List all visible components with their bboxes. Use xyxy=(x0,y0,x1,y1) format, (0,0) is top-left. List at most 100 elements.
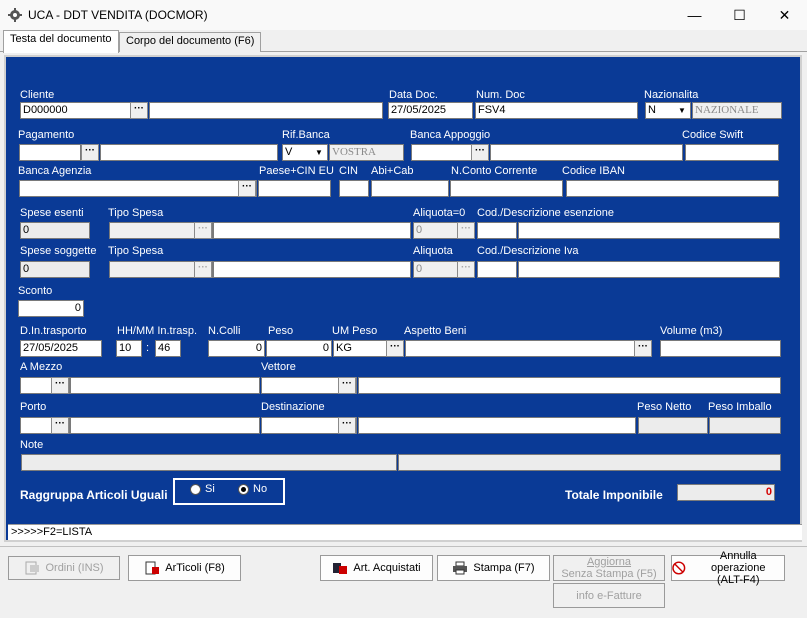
annulla-label-1: Annulla operazione xyxy=(711,550,766,574)
peso-field[interactable]: 0 xyxy=(266,340,332,357)
maximize-button[interactable]: ☐ xyxy=(717,0,762,30)
volume-field[interactable] xyxy=(660,340,781,357)
time-colon: : xyxy=(146,342,150,354)
cliente-code-field[interactable]: D000000 xyxy=(20,102,148,119)
banca-agenzia-field[interactable] xyxy=(19,180,257,197)
tab-strip: Testa del documento Corpo del documento … xyxy=(0,30,807,53)
pagamento-lookup-button[interactable]: ··· xyxy=(81,144,99,161)
aggiorna-label-2: Senza Stampa (F5) xyxy=(561,568,657,580)
spese-esenti-label: Spese esenti xyxy=(20,207,84,219)
hh-field[interactable]: 10 xyxy=(116,340,142,357)
close-button[interactable]: ✕ xyxy=(762,0,807,30)
document-header-panel: Cliente D000000 ··· Data Doc. 27/05/2025… xyxy=(4,55,802,542)
aliquota-lookup-button[interactable]: ··· xyxy=(457,261,475,278)
title-bar: UCA - DDT VENDITA (DOCMOR) — ☐ ✕ xyxy=(0,0,807,30)
tab-corpo[interactable]: Corpo del documento (F6) xyxy=(119,32,262,52)
rif-banca-combo[interactable]: V ▼ xyxy=(282,144,328,161)
data-doc-field[interactable]: 27/05/2025 xyxy=(388,102,473,119)
paese-cin-label: Paese+CIN EU xyxy=(259,165,334,177)
note-field-1[interactable] xyxy=(21,454,397,471)
rif-banca-value: V xyxy=(285,146,293,158)
aggiorna-label-1: Aggiorna xyxy=(586,556,632,568)
hhmm-label: HH/MM In.trasp. xyxy=(117,325,198,337)
pagamento-desc-field[interactable] xyxy=(100,144,278,161)
cod-esenzione-field[interactable] xyxy=(477,222,517,239)
iban-field[interactable] xyxy=(566,180,779,197)
banca-appoggio-lookup-button[interactable]: ··· xyxy=(471,144,489,161)
tipo-spesa-1-lookup-button[interactable]: ··· xyxy=(194,222,212,239)
tab-testa[interactable]: Testa del documento xyxy=(3,30,119,53)
codice-swift-field[interactable] xyxy=(685,144,779,161)
banca-appoggio-code-field[interactable] xyxy=(411,144,473,161)
minimize-button[interactable]: — xyxy=(672,0,717,30)
cancel-icon xyxy=(672,561,686,575)
a-mezzo-lookup-button[interactable]: ··· xyxy=(51,377,69,394)
cliente-name-field[interactable] xyxy=(149,102,383,119)
nazionalita-combo[interactable]: N ▼ xyxy=(645,102,691,119)
spese-soggette-field[interactable]: 0 xyxy=(20,261,90,278)
tipo-spesa-2-lookup-button[interactable]: ··· xyxy=(194,261,212,278)
n-colli-field[interactable]: 0 xyxy=(208,340,265,357)
tipo-spesa-1-desc[interactable] xyxy=(213,222,411,239)
radio-no[interactable]: No xyxy=(238,483,267,495)
desc-esenzione-field[interactable] xyxy=(518,222,780,239)
destinazione-desc-field[interactable] xyxy=(358,417,636,434)
num-doc-field[interactable]: FSV4 xyxy=(475,102,638,119)
iban-label: Codice IBAN xyxy=(562,165,625,177)
desc-iva-field[interactable] xyxy=(518,261,780,278)
n-conto-field[interactable] xyxy=(450,180,563,197)
sconto-field[interactable]: 0 xyxy=(18,300,84,317)
status-bar: >>>>>F2=LISTA xyxy=(8,524,802,540)
aspetto-beni-label: Aspetto Beni xyxy=(404,325,467,337)
aliquota-zero-lookup-button[interactable]: ··· xyxy=(457,222,475,239)
n-conto-label: N.Conto Corrente xyxy=(451,165,538,177)
banca-appoggio-desc-field[interactable] xyxy=(490,144,683,161)
chevron-down-icon: ▼ xyxy=(315,148,323,157)
um-peso-lookup-button[interactable]: ··· xyxy=(386,340,404,357)
codice-swift-label: Codice Swift xyxy=(682,129,744,141)
abi-cab-label: Abi+Cab xyxy=(371,165,414,177)
tipo-spesa-2-desc[interactable] xyxy=(213,261,411,278)
radio-si-label: Si xyxy=(205,483,215,495)
pagamento-code-field[interactable] xyxy=(19,144,81,161)
banca-agenzia-lookup-button[interactable]: ··· xyxy=(238,180,256,197)
radio-si[interactable]: Si xyxy=(190,483,215,495)
cliente-lookup-button[interactable]: ··· xyxy=(130,102,148,119)
vettore-desc-field[interactable] xyxy=(358,377,781,394)
cod-esenzione-label: Cod./Descrizione esenzione xyxy=(477,207,614,219)
d-in-trasporto-label: D.In.trasporto xyxy=(20,325,87,337)
mm-field[interactable]: 46 xyxy=(155,340,181,357)
stampa-button[interactable]: Stampa (F7) xyxy=(437,555,550,581)
aggiorna-button[interactable]: Aggiorna Senza Stampa (F5) xyxy=(553,555,665,581)
a-mezzo-desc-field[interactable] xyxy=(70,377,260,394)
cin-field[interactable] xyxy=(339,180,369,197)
nazionalita-label: Nazionalita xyxy=(644,89,699,101)
d-in-trasporto-field[interactable]: 27/05/2025 xyxy=(20,340,102,357)
vettore-label: Vettore xyxy=(261,361,296,373)
porto-desc-field[interactable] xyxy=(70,417,260,434)
annulla-button[interactable]: Annulla operazione (ALT-F4) xyxy=(671,550,785,586)
peso-imballo-field xyxy=(709,417,781,434)
vettore-lookup-button[interactable]: ··· xyxy=(338,377,356,394)
peso-netto-field xyxy=(638,417,708,434)
aliquota-zero-label: Aliquota=0 xyxy=(413,207,466,219)
cin-label: CIN xyxy=(339,165,358,177)
articoli-label: ArTicoli (F8) xyxy=(165,562,225,574)
ordini-button[interactable]: Ordini (INS) xyxy=(8,556,120,580)
cod-iva-field[interactable] xyxy=(477,261,517,278)
art-acquistati-button[interactable]: Art. Acquistati xyxy=(320,555,433,581)
articoli-button[interactable]: ArTicoli (F8) xyxy=(128,555,241,581)
spese-esenti-field[interactable]: 0 xyxy=(20,222,90,239)
aspetto-beni-lookup-button[interactable]: ··· xyxy=(634,340,652,357)
cod-iva-label: Cod./Descrizione Iva xyxy=(477,245,579,257)
info-efatture-button[interactable]: info e-Fatture xyxy=(553,583,665,608)
ordini-label: Ordini (INS) xyxy=(45,562,104,574)
note-field-2[interactable] xyxy=(398,454,781,471)
abi-cab-field[interactable] xyxy=(371,180,449,197)
destinazione-lookup-button[interactable]: ··· xyxy=(338,417,356,434)
aspetto-beni-field[interactable] xyxy=(405,340,652,357)
paese-cin-field[interactable] xyxy=(258,180,331,197)
articles-icon xyxy=(145,561,160,575)
banca-agenzia-label: Banca Agenzia xyxy=(18,165,92,177)
porto-lookup-button[interactable]: ··· xyxy=(51,417,69,434)
